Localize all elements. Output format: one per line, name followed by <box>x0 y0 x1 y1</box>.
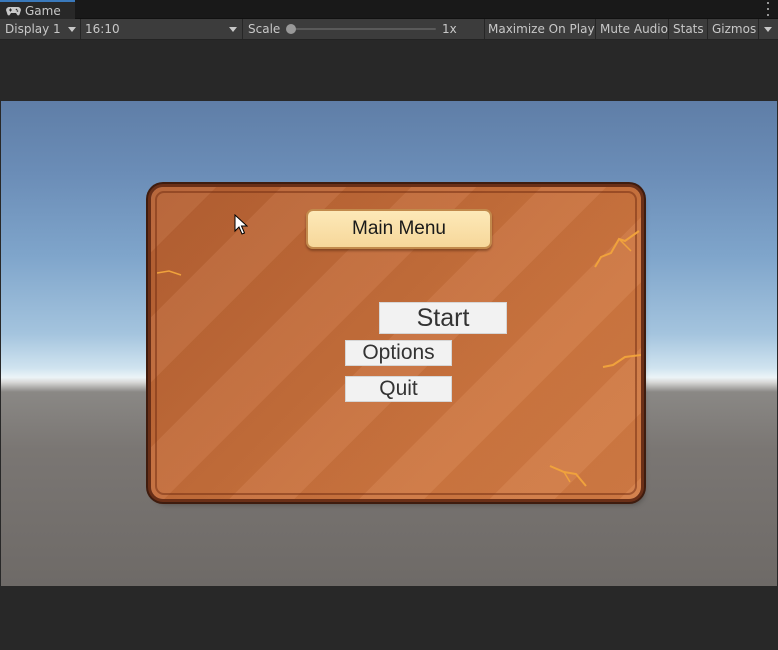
chevron-down-icon <box>229 27 237 32</box>
scale-value: 1x <box>442 22 457 36</box>
unity-game-window: Game Display 1 16:10 Scale 1x Maximize O… <box>0 0 778 650</box>
stats-toggle[interactable]: Stats <box>673 19 704 39</box>
mute-audio-toggle[interactable]: Mute Audio <box>600 19 668 39</box>
scale-label: Scale <box>248 22 281 36</box>
gizmos-toggle[interactable]: Gizmos <box>712 19 756 39</box>
start-button[interactable]: Start <box>379 302 507 334</box>
game-view-toolbar: Display 1 16:10 Scale 1x Maximize On Pla… <box>0 19 778 40</box>
crack-decoration <box>594 230 640 268</box>
game-view: Main Menu Start Options Quit <box>0 41 778 650</box>
more-options-icon[interactable] <box>765 2 771 16</box>
chevron-down-icon <box>68 27 76 32</box>
crack-decoration <box>157 270 182 276</box>
quit-button[interactable]: Quit <box>345 376 452 402</box>
crack-decoration <box>549 465 587 487</box>
display-dropdown-label: Display 1 <box>5 22 61 36</box>
tab-bar: Game <box>0 0 778 19</box>
options-button[interactable]: Options <box>345 340 452 366</box>
main-menu-panel: Main Menu Start Options Quit <box>151 187 641 499</box>
maximize-on-play-toggle[interactable]: Maximize On Play <box>488 19 595 39</box>
gizmos-dropdown-arrow[interactable] <box>764 27 772 32</box>
game-viewport[interactable]: Main Menu Start Options Quit <box>1 101 777 586</box>
scale-slider-handle[interactable] <box>286 24 296 34</box>
main-menu-title: Main Menu <box>306 209 492 249</box>
tab-game-label: Game <box>25 3 61 18</box>
gamepad-icon <box>6 6 21 15</box>
crack-decoration <box>602 354 641 368</box>
tab-game[interactable]: Game <box>0 0 75 19</box>
aspect-ratio-label: 16:10 <box>85 22 120 36</box>
scale-slider-track[interactable] <box>291 28 436 30</box>
mouse-cursor-icon <box>234 214 248 235</box>
aspect-ratio-dropdown[interactable]: 16:10 <box>85 19 240 39</box>
